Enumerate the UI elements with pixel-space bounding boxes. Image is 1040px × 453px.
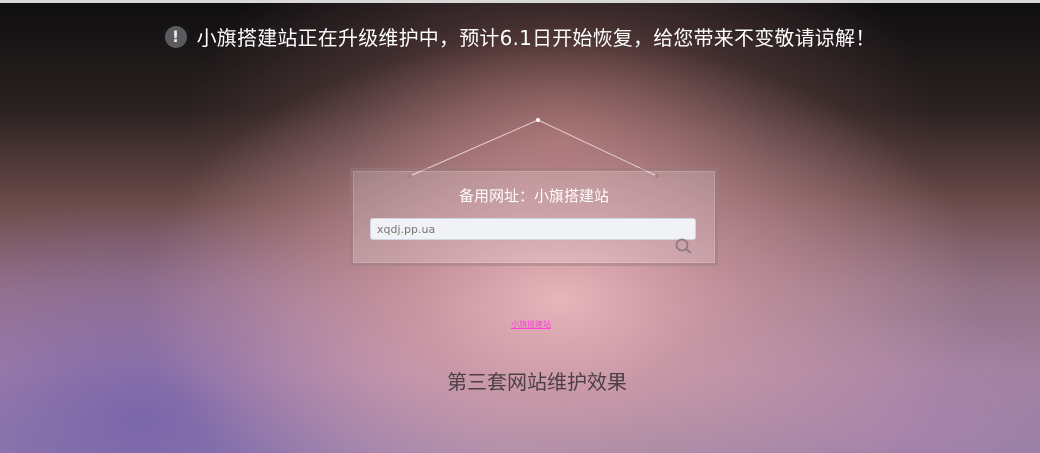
- backup-url-card: 备用网址：小旗搭建站: [350, 168, 718, 266]
- magnifier-icon[interactable]: [674, 237, 694, 255]
- site-link[interactable]: 小旗搭建站: [511, 319, 551, 330]
- card-title: 备用网址：小旗搭建站: [458, 187, 609, 205]
- top-strip: [0, 0, 1040, 3]
- page-caption: 第三套网站维护效果: [447, 370, 627, 394]
- maintenance-notice: ! 小旗搭建站正在升级维护中，预计6.1日开始恢复，给您带来不变敬请谅解！: [0, 22, 1040, 51]
- notice-text: 小旗搭建站正在升级维护中，预计6.1日开始恢复，给您带来不变敬请谅解！: [196, 26, 876, 50]
- exclamation-icon: !: [164, 25, 187, 48]
- search-input[interactable]: [370, 218, 696, 240]
